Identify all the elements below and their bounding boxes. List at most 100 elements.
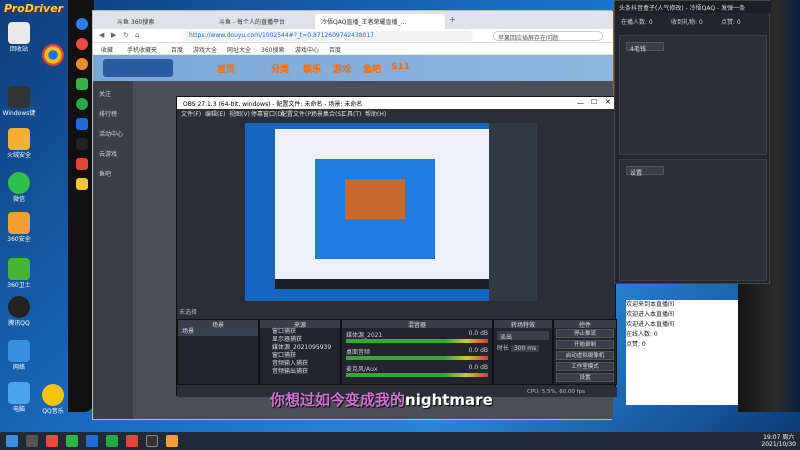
bookmark-item[interactable]: 收藏	[101, 45, 113, 54]
refresh-icon[interactable]: ↻	[123, 31, 129, 39]
taskbar-app-icon[interactable]	[46, 435, 58, 447]
menu-scene-collection[interactable]: 场景集合(S)	[311, 109, 344, 118]
menu-help[interactable]: 帮助(H)	[365, 109, 386, 118]
sidebar-item-yuba[interactable]: 鱼吧	[99, 169, 111, 178]
forward-icon[interactable]: ▶	[111, 31, 116, 39]
desktop-icon-network[interactable]: 网络	[2, 340, 36, 371]
start-recording-button[interactable]: 开始录制	[556, 340, 614, 349]
taskbar-app-icon[interactable]	[166, 435, 178, 447]
bookmark-item[interactable]: 手机收藏夹	[127, 45, 157, 54]
bookmark-item[interactable]: 百度	[329, 45, 341, 54]
nav-category[interactable]: 分类	[271, 62, 289, 75]
menu-tools[interactable]: 工具(T)	[341, 109, 361, 118]
studio-mode-button[interactable]: 工作室模式	[556, 362, 614, 371]
desktop-icon-qqmusic[interactable]: QQ音乐	[36, 384, 70, 415]
stat-likes: 点赞: 0	[721, 19, 741, 26]
nav-entertainment[interactable]: 娱乐	[303, 62, 321, 75]
app-icon[interactable]	[76, 58, 88, 70]
douyu-logo[interactable]	[103, 59, 173, 77]
bookmark-item[interactable]: 游戏中心	[295, 45, 319, 54]
source-item[interactable]: 媒体源_2021095939	[260, 344, 340, 352]
nav-yuba[interactable]: 鱼吧	[363, 62, 381, 75]
app-icon[interactable]	[76, 18, 88, 30]
source-item[interactable]: 窗口捕获	[260, 328, 340, 336]
desktop-icon-huorong[interactable]: 火绒安全	[2, 128, 36, 159]
clock[interactable]: 19:07 周六 2021/10/30	[761, 434, 796, 448]
amount-select[interactable]: 4毛钱	[626, 42, 664, 53]
sidebar-item-cloud[interactable]: 云游戏	[99, 149, 117, 158]
source-item[interactable]: 窗口捕获	[260, 352, 340, 360]
desktop-icon-wechat[interactable]: 微信	[2, 172, 36, 203]
desktop-icon-chrome[interactable]	[36, 44, 70, 68]
app-icon[interactable]	[76, 78, 88, 90]
taskbar-app-icon[interactable]	[86, 435, 98, 447]
tab-360-search[interactable]: 斗鱼 360搜索	[111, 14, 211, 29]
mixer-channel-db: 0.0 dB	[468, 364, 488, 371]
home-icon[interactable]: ⌂	[135, 31, 139, 39]
phone-app-strip	[76, 18, 88, 398]
obs-preview[interactable]	[245, 123, 537, 301]
app-icon[interactable]	[76, 118, 88, 130]
sources-dock-title: 来源	[260, 320, 340, 329]
desktop-icon-recycle[interactable]: 回收站	[2, 22, 36, 53]
desktop-icon-qq[interactable]: 腾讯QQ	[2, 296, 36, 327]
desktop-icon-360guard[interactable]: 360卫士	[2, 258, 36, 289]
maximize-icon[interactable]: ☐	[591, 98, 597, 106]
close-icon[interactable]: ✕	[605, 98, 611, 106]
menu-docks[interactable]: 停靠窗口(D)	[251, 109, 284, 118]
sidebar-item-rank[interactable]: 排行榜	[99, 109, 117, 118]
nav-games[interactable]: 游戏	[333, 62, 351, 75]
app-icon[interactable]	[76, 178, 88, 190]
app-icon[interactable]	[76, 138, 88, 150]
url-field[interactable]: https://www.douyu.com/1002544#?_t=0.8712…	[183, 31, 473, 41]
source-item[interactable]: 音频输出捕获	[260, 368, 340, 376]
sidebar-item-follow[interactable]: 关注	[99, 89, 111, 98]
taskbar-app-icon[interactable]	[126, 435, 138, 447]
obs-icon[interactable]	[146, 435, 158, 447]
menu-view[interactable]: 视图(V)	[229, 109, 250, 118]
volume-meter[interactable]	[346, 373, 488, 377]
transition-select[interactable]: 淡出	[497, 331, 549, 341]
app-icon[interactable]	[76, 38, 88, 50]
volume-meter[interactable]	[346, 339, 488, 343]
menu-profile[interactable]: 配置文件(P)	[281, 109, 313, 118]
volume-meter[interactable]	[346, 356, 488, 360]
bookmark-item[interactable]: 游戏大全	[193, 45, 217, 54]
nav-home[interactable]: 首页	[217, 62, 235, 75]
duration-label: 时长	[497, 345, 510, 352]
settings-button[interactable]: 设置	[556, 373, 614, 382]
desktop-icon-label: QQ音乐	[42, 408, 64, 415]
scene-item[interactable]: 场景	[178, 328, 258, 336]
minimize-icon[interactable]: —	[577, 99, 584, 107]
status-selected: 未选择	[179, 309, 198, 316]
bookmark-item[interactable]: 网址大全	[227, 45, 251, 54]
settings-select[interactable]: 设置	[626, 166, 664, 177]
virtual-camera-button[interactable]: 启动虚拟摄像机	[556, 351, 614, 360]
desktop-icon-windows[interactable]: Windows键	[2, 86, 36, 117]
mixer-channel: 桌面音频 0.0 dB	[342, 345, 492, 362]
bookmark-item[interactable]: 360搜索	[261, 45, 284, 54]
stop-streaming-button[interactable]: 停止推流	[556, 329, 614, 338]
back-icon[interactable]: ◀	[99, 31, 104, 39]
source-item[interactable]: 音频输入捕获	[260, 360, 340, 368]
bookmark-item[interactable]: 百度	[171, 45, 183, 54]
nav-s11[interactable]: S11	[391, 62, 410, 72]
search-icon[interactable]	[26, 435, 38, 447]
start-icon[interactable]	[6, 435, 18, 447]
app-icon[interactable]	[76, 98, 88, 110]
desktop-icon-360[interactable]: 360安全	[2, 212, 36, 243]
menu-file[interactable]: 文件(F)	[181, 109, 201, 118]
tab-douyu-home[interactable]: 斗鱼 - 每个人的直播平台	[213, 14, 313, 29]
taskbar-app-icon[interactable]	[66, 435, 78, 447]
new-tab-button[interactable]: +	[449, 15, 456, 24]
douyu-sidebar: 关注 排行榜 活动中心 云游戏 鱼吧	[93, 81, 133, 419]
search-input[interactable]: 苹果回应插屏存在问题	[493, 31, 603, 42]
tab-douyu-live[interactable]: 冷悟QAQ直播_王者荣耀直播_...	[315, 14, 445, 29]
desktop-icon-computer[interactable]: 电脑	[2, 382, 36, 413]
sidebar-item-events[interactable]: 活动中心	[99, 129, 123, 138]
duration-field[interactable]: 300 ms	[510, 345, 540, 352]
wechat-icon[interactable]	[106, 435, 118, 447]
source-item[interactable]: 显示器捕获	[260, 336, 340, 344]
app-icon[interactable]	[76, 158, 88, 170]
menu-edit[interactable]: 编辑(E)	[205, 109, 225, 118]
